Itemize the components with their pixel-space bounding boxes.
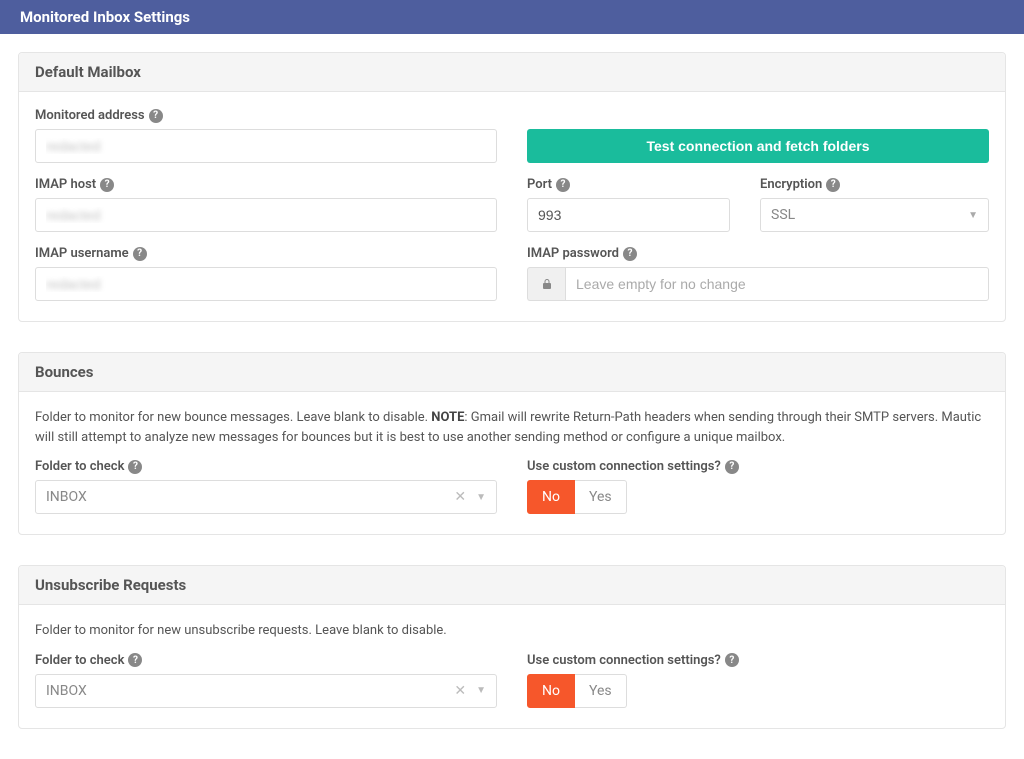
bounces-description: Folder to monitor for new bounce message… — [35, 408, 989, 447]
page-header: Monitored Inbox Settings — [0, 0, 1024, 34]
clear-icon[interactable]: ✕ — [454, 683, 466, 699]
imap-username-label: IMAP username ? — [35, 246, 497, 261]
chevron-down-icon: ▼ — [476, 685, 486, 696]
unsubscribe-body: Folder to monitor for new unsubscribe re… — [19, 605, 1005, 728]
test-connection-button[interactable]: Test connection and fetch folders — [527, 129, 989, 163]
unsubscribe-description: Folder to monitor for new unsubscribe re… — [35, 621, 989, 641]
bounces-custom-toggle: No Yes — [527, 480, 989, 514]
imap-host-label: IMAP host ? — [35, 177, 497, 192]
bounces-custom-label: Use custom connection settings? ? — [527, 459, 989, 474]
unsubscribe-folder-select[interactable]: INBOX ✕ ▼ — [35, 674, 497, 708]
port-input[interactable] — [527, 198, 730, 232]
bounces-header: Bounces — [19, 353, 1005, 392]
encryption-label: Encryption ? — [760, 177, 989, 192]
imap-password-label: IMAP password ? — [527, 246, 989, 261]
bounces-folder-select[interactable]: INBOX ✕ ▼ — [35, 480, 497, 514]
default-mailbox-panel: Default Mailbox Monitored address ? Test… — [18, 52, 1006, 322]
default-mailbox-header: Default Mailbox — [19, 53, 1005, 92]
unsubscribe-panel: Unsubscribe Requests Folder to monitor f… — [18, 565, 1006, 729]
encryption-select[interactable]: SSL ▼ — [760, 198, 989, 232]
monitored-address-label: Monitored address ? — [35, 108, 497, 123]
help-icon[interactable]: ? — [100, 178, 114, 192]
help-icon[interactable]: ? — [128, 460, 142, 474]
unsubscribe-custom-toggle: No Yes — [527, 674, 989, 708]
default-mailbox-body: Monitored address ? Test connection and … — [19, 92, 1005, 321]
bounces-body: Folder to monitor for new bounce message… — [19, 392, 1005, 534]
imap-username-input[interactable] — [35, 267, 497, 301]
help-icon[interactable]: ? — [826, 178, 840, 192]
help-icon[interactable]: ? — [623, 247, 637, 261]
help-icon[interactable]: ? — [556, 178, 570, 192]
bounces-custom-no[interactable]: No — [527, 480, 575, 514]
chevron-down-icon: ▼ — [968, 210, 978, 221]
imap-password-group — [527, 267, 989, 301]
help-icon[interactable]: ? — [725, 653, 739, 667]
unsubscribe-custom-yes[interactable]: Yes — [575, 674, 627, 708]
settings-container: Default Mailbox Monitored address ? Test… — [0, 34, 1024, 759]
page-title: Monitored Inbox Settings — [20, 8, 190, 26]
unsubscribe-folder-label: Folder to check ? — [35, 653, 497, 668]
unsubscribe-custom-label: Use custom connection settings? ? — [527, 653, 989, 668]
imap-host-input[interactable] — [35, 198, 497, 232]
chevron-down-icon: ▼ — [476, 492, 486, 503]
monitored-address-input[interactable] — [35, 129, 497, 163]
unsubscribe-header: Unsubscribe Requests — [19, 566, 1005, 605]
help-icon[interactable]: ? — [128, 653, 142, 667]
help-icon[interactable]: ? — [725, 460, 739, 474]
help-icon[interactable]: ? — [133, 247, 147, 261]
bounces-panel: Bounces Folder to monitor for new bounce… — [18, 352, 1006, 535]
bounces-folder-label: Folder to check ? — [35, 459, 497, 474]
help-icon[interactable]: ? — [149, 109, 163, 123]
port-label: Port ? — [527, 177, 730, 192]
bounces-custom-yes[interactable]: Yes — [575, 480, 627, 514]
unsubscribe-custom-no[interactable]: No — [527, 674, 575, 708]
clear-icon[interactable]: ✕ — [454, 489, 466, 505]
lock-icon — [527, 267, 565, 301]
imap-password-input[interactable] — [565, 267, 989, 301]
